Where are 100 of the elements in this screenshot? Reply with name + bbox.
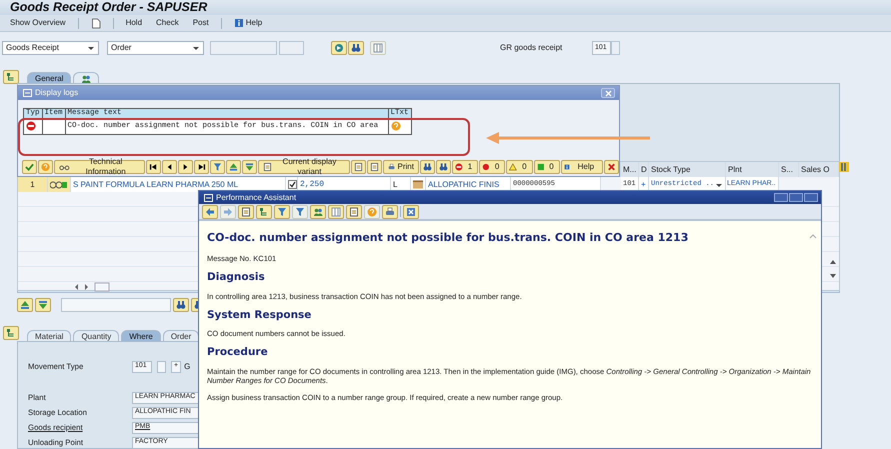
print-button[interactable]: Print: [383, 160, 419, 174]
toolbar-button[interactable]: Show Overview: [8, 18, 68, 28]
close-button[interactable]: [601, 88, 615, 98]
item-field[interactable]: [279, 41, 304, 55]
help-button[interactable]: Help: [560, 160, 604, 174]
help-button[interactable]: Help: [232, 18, 264, 28]
document-icon: [349, 206, 359, 216]
find-button[interactable]: [420, 160, 435, 174]
close-icon: [607, 162, 616, 172]
tree-icon: [259, 206, 269, 216]
sort-icon: [20, 300, 30, 310]
help-button[interactable]: [38, 160, 53, 174]
document-icon: [90, 18, 101, 28]
toolbar-button[interactable]: Hold: [124, 18, 144, 28]
column-header: M...: [621, 162, 639, 177]
cancel-button[interactable]: [604, 160, 620, 174]
message-filter-button[interactable]: 1: [452, 160, 478, 174]
print-button[interactable]: [382, 204, 398, 218]
message-filter-button[interactable]: 0: [506, 160, 533, 174]
transaction-dropdown[interactable]: Goods Receipt: [2, 41, 99, 55]
find-button[interactable]: [173, 298, 189, 312]
binoculars-icon: [176, 300, 186, 310]
check-button[interactable]: [22, 160, 37, 174]
choose-variant-button[interactable]: [351, 160, 366, 174]
message-filter-button[interactable]: 0: [479, 160, 506, 174]
tool-button[interactable]: [328, 204, 344, 218]
tool-button[interactable]: [346, 204, 362, 218]
close-button[interactable]: [403, 204, 419, 218]
sort-icon: [244, 162, 254, 172]
window-icon: [204, 194, 213, 202]
move-down-button[interactable]: [35, 298, 51, 312]
scrollbar[interactable]: [829, 258, 837, 280]
technical-info-button[interactable]: Technical Information: [54, 160, 145, 174]
binoculars-icon: [351, 43, 361, 53]
tree-icon: [6, 72, 16, 82]
minimize-button[interactable]: [774, 193, 788, 202]
stop-icon: [454, 162, 463, 172]
tool-button[interactable]: [238, 204, 254, 218]
dialog-title: Display logs: [35, 88, 78, 98]
caret-icon: [715, 182, 723, 188]
message-filter-button[interactable]: 0: [534, 160, 560, 174]
tool-button[interactable]: [256, 204, 272, 218]
column-header: Sales O: [799, 162, 839, 177]
move-up-button[interactable]: [17, 298, 33, 312]
grid-button[interactable]: [370, 40, 386, 55]
sort-ascending-button[interactable]: [226, 160, 241, 174]
document-icon: [262, 162, 272, 172]
special-stock-field[interactable]: [611, 41, 620, 55]
toolbar-button[interactable]: Check: [154, 18, 181, 28]
ok-checkbox[interactable]: [288, 180, 297, 189]
help-icon: [367, 206, 377, 216]
sort-icon: [38, 300, 48, 310]
document-icon: [370, 162, 380, 172]
people-icon: [313, 206, 323, 216]
close-button[interactable]: [804, 193, 818, 202]
maximize-button[interactable]: [789, 193, 803, 202]
save-variant-button[interactable]: [367, 160, 382, 174]
column-header: D: [639, 162, 649, 177]
material-cell: S PAINT FORMULA LEARN PHARMA 250 ML: [71, 177, 286, 192]
field-label: G: [184, 362, 190, 372]
document-icon: [354, 162, 364, 172]
info-icon: [564, 162, 570, 172]
back-button[interactable]: [202, 204, 218, 218]
document-field[interactable]: [210, 41, 277, 55]
sort-descending-button[interactable]: [242, 160, 257, 174]
execute-button[interactable]: [331, 41, 347, 55]
caret-icon: [87, 45, 95, 51]
grid-icon: [331, 206, 341, 216]
tree-toggle-button[interactable]: [3, 326, 19, 340]
forward-arrow-icon: [223, 206, 233, 216]
last-button[interactable]: [194, 160, 209, 174]
window-icon: [23, 89, 32, 97]
search-field[interactable]: [61, 298, 171, 312]
next-button[interactable]: [178, 160, 193, 174]
section-heading: Diagnosis: [207, 271, 266, 284]
tool-button[interactable]: [274, 204, 290, 218]
variant-button[interactable]: Current display variant: [258, 160, 350, 174]
first-button[interactable]: [146, 160, 161, 174]
find-button[interactable]: [348, 41, 364, 55]
row-number[interactable]: 1: [18, 177, 48, 192]
binoculars-icon: [422, 162, 432, 172]
column-header: Stock Type: [649, 162, 726, 177]
stop-icon: [26, 121, 36, 131]
tool-button[interactable]: [310, 204, 326, 218]
special-stock-field[interactable]: [157, 360, 166, 372]
tree-icon: [6, 328, 16, 338]
filter-button[interactable]: [210, 160, 225, 174]
close-icon: [604, 90, 612, 96]
status-lights-icon: [50, 180, 67, 188]
find-next-button[interactable]: [436, 160, 451, 174]
info-icon: [234, 18, 244, 28]
tool-button[interactable]: [292, 204, 308, 218]
column-header: Plnt: [726, 162, 779, 177]
toolbar-button[interactable]: Post: [190, 18, 211, 28]
reference-dropdown[interactable]: Order: [107, 41, 204, 55]
scroll-up-icon: [809, 232, 817, 239]
previous-button[interactable]: [162, 160, 177, 174]
gr-label: GR goods receipt: [500, 43, 564, 53]
tree-toggle-button[interactable]: [3, 70, 19, 84]
last-icon: [196, 162, 206, 172]
